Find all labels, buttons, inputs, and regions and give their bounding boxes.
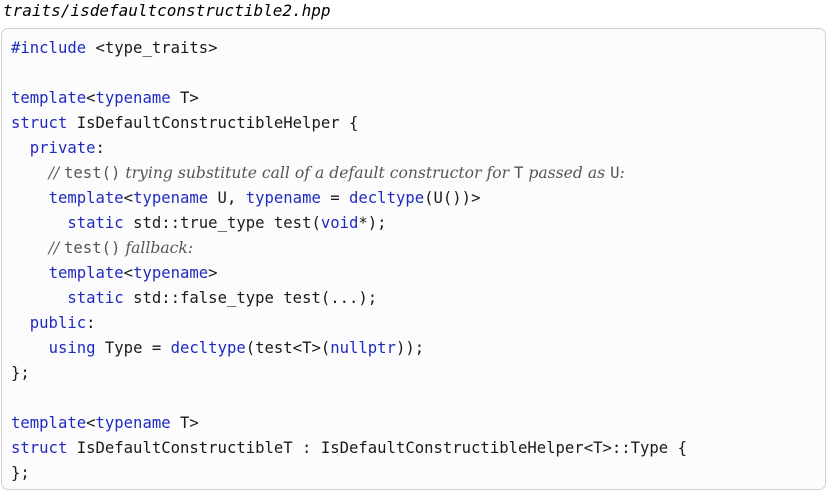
code-text-token: < xyxy=(86,414,96,432)
keyword-token: #include xyxy=(11,39,87,57)
keyword-token: template xyxy=(11,414,87,432)
code-line: public: xyxy=(11,311,687,336)
keyword-token: template xyxy=(48,189,124,207)
code-line: // test() trying substitute call of a de… xyxy=(11,161,687,186)
code-line: // test() fallback: xyxy=(11,236,687,261)
code-line: }; xyxy=(11,361,687,386)
code-text-token: *); xyxy=(358,214,387,232)
code-line: using Type = decltype(test<T>(nullptr)); xyxy=(11,336,687,361)
code-text-token: <type_traits> xyxy=(86,39,218,57)
code-text-token: std::false_type test(...); xyxy=(123,289,378,307)
comment-text-token: fallback: xyxy=(120,239,194,257)
comment-text-token: passed as xyxy=(523,164,611,182)
keyword-token: typename xyxy=(133,189,209,207)
code-text-token: T> xyxy=(170,89,199,107)
keyword-token: struct xyxy=(11,114,68,132)
comment-code-token: U xyxy=(610,164,620,182)
code-text-token: = xyxy=(320,189,350,207)
code-text-token: U, xyxy=(208,189,246,207)
keyword-token: nullptr xyxy=(330,339,396,357)
code-text-token: }; xyxy=(11,464,30,482)
comment-text-token: trying substitute call of a default cons… xyxy=(120,164,515,182)
code-line: struct IsDefaultConstructibleT : IsDefau… xyxy=(11,436,687,461)
code-text-token: IsDefaultConstructibleT : IsDefaultConst… xyxy=(67,439,687,457)
comment-code-token: test() xyxy=(64,164,121,182)
code-line: #include <type_traits> xyxy=(11,36,687,61)
keyword-token: struct xyxy=(11,439,68,457)
code-text-token: (U())> xyxy=(424,189,481,207)
code-text-token: : xyxy=(95,139,105,157)
code-text-token: (test<T>( xyxy=(245,339,331,357)
keyword-token: decltype xyxy=(170,339,246,357)
code-text-token: < xyxy=(86,89,96,107)
keyword-token: private xyxy=(29,139,96,157)
code-line: template<typename T> xyxy=(11,411,687,436)
keyword-token: decltype xyxy=(349,189,425,207)
code-text-token: < xyxy=(123,264,134,282)
code-line: struct IsDefaultConstructibleHelper { xyxy=(11,111,687,136)
code-text-token: std::true_type test( xyxy=(123,214,321,232)
code-line: static std::false_type test(...); xyxy=(11,286,687,311)
keyword-token: static xyxy=(67,214,124,232)
keyword-token: using xyxy=(48,339,96,357)
comment-code-token: test() xyxy=(64,239,121,257)
code-line: private: xyxy=(11,136,687,161)
code-line: }; xyxy=(11,461,687,486)
code-text-token: )); xyxy=(395,339,425,357)
code-text-token: < xyxy=(123,189,134,207)
code-text-token: > xyxy=(208,264,218,282)
keyword-token: static xyxy=(67,289,124,307)
keyword-token: template xyxy=(48,264,124,282)
code-line: template<typename T> xyxy=(11,86,687,111)
code-listing-box: #include <type_traits> template<typename … xyxy=(1,28,826,490)
code-line: template<typename U, typename = decltype… xyxy=(11,186,687,211)
keyword-token: void xyxy=(320,214,359,232)
keyword-token: typename xyxy=(245,189,321,207)
code-text-token: IsDefaultConstructibleHelper { xyxy=(67,114,359,132)
comment-text-token: : xyxy=(619,164,625,182)
code-text-token: }; xyxy=(11,364,30,382)
code-block: #include <type_traits> template<typename … xyxy=(11,36,687,486)
keyword-token: typename xyxy=(95,89,171,107)
code-text-token: T> xyxy=(170,414,199,432)
code-text-token: : xyxy=(86,314,96,332)
comment-text-token: // xyxy=(48,239,65,257)
comment-text-token: // xyxy=(48,164,65,182)
keyword-token: template xyxy=(11,89,87,107)
keyword-token: typename xyxy=(133,264,209,282)
keyword-token: public xyxy=(29,314,87,332)
code-line: static std::true_type test(void*); xyxy=(11,211,687,236)
code-text-token: Type = xyxy=(95,339,171,357)
file-name-caption: traits/isdefaultconstructible2.hpp xyxy=(3,1,331,20)
code-line: template<typename> xyxy=(11,261,687,286)
keyword-token: typename xyxy=(95,414,171,432)
